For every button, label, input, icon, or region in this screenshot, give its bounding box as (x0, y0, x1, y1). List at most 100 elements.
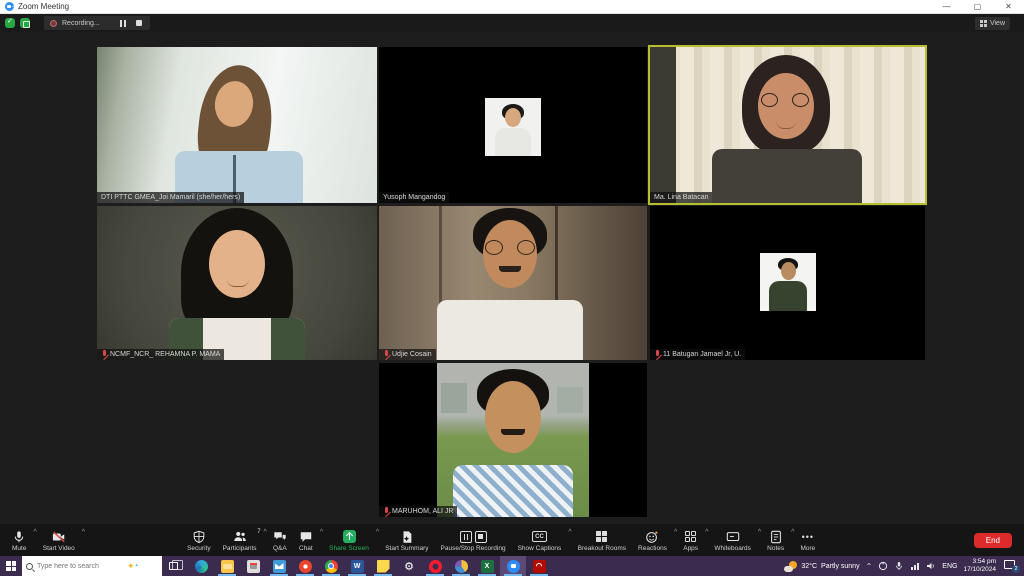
taskbar-app-mail[interactable] (266, 556, 292, 576)
minimize-button[interactable]: — (931, 0, 962, 14)
video-tile-batugan[interactable]: 11 Batugan Jamael Jr, U. (650, 206, 925, 360)
summary-doc-icon (400, 529, 414, 544)
chat-bubble-icon (299, 529, 313, 544)
taskbar-app-media[interactable] (448, 556, 474, 576)
task-view-button[interactable] (162, 556, 184, 576)
close-button[interactable]: ✕ (993, 0, 1024, 14)
camera-off-icon (52, 529, 66, 544)
start-video-button[interactable]: Start Video (37, 527, 81, 553)
clock-time: 3:54 pm (963, 558, 996, 566)
more-button[interactable]: ••• More (794, 527, 821, 553)
taskbar-app-chrome[interactable] (318, 556, 344, 576)
participant-name-tag: Yusoph Mangandog (379, 192, 449, 203)
participant-name-tag: 11 Batugan Jamael Jr, U. (650, 349, 745, 360)
end-meeting-button[interactable]: End (974, 533, 1012, 548)
network-icon[interactable] (910, 561, 920, 571)
mute-button[interactable]: Mute (6, 527, 32, 553)
video-tile-rehamna[interactable]: NCMF_NCR_ REHAMNA P. MAMA (97, 206, 377, 360)
volume-icon[interactable] (926, 561, 936, 571)
participant-name-tag: Udjie Cosain (379, 349, 436, 360)
taskbar-weather[interactable]: 32°C Partly sunny (784, 560, 859, 573)
glasses-icon (485, 240, 503, 255)
taskbar-app-opera[interactable] (422, 556, 448, 576)
taskbar-app-word[interactable]: W (344, 556, 370, 576)
shield-check-icon[interactable] (5, 18, 15, 28)
taskbar-app-file-explorer[interactable] (214, 556, 240, 576)
taskbar-app-zoom[interactable] (500, 556, 526, 576)
taskbar-app-settings[interactable]: ⚙ (396, 556, 422, 576)
stop-icon (136, 20, 142, 26)
video-tile-lina-batacan[interactable]: Ma. Lina Batacan (650, 47, 925, 203)
pause-recording-icon[interactable] (460, 531, 472, 543)
acrobat-icon (533, 560, 546, 573)
share-screen-icon (343, 529, 356, 544)
profile-photo (760, 253, 816, 311)
stop-recording-button[interactable] (134, 18, 144, 28)
stop-recording-icon[interactable] (475, 531, 487, 543)
language-indicator[interactable]: ENG (942, 563, 957, 570)
start-summary-button[interactable]: Start Summary (379, 527, 434, 553)
taskbar-app-edge[interactable] (188, 556, 214, 576)
video-tile-maruhom[interactable]: MARUHOM, ALI JR (379, 363, 647, 517)
profile-photo (485, 98, 541, 156)
windows-logo-icon (6, 561, 16, 571)
taskbar-app-store[interactable] (240, 556, 266, 576)
taskbar-app-excel[interactable]: X (474, 556, 500, 576)
gear-icon: ⚙ (403, 560, 416, 573)
maximize-button[interactable]: ▢ (962, 0, 993, 14)
shield-icon (192, 529, 206, 544)
search-highlights-icon[interactable]: ✦ (127, 562, 139, 571)
video-options-chevron[interactable]: ^ (82, 529, 85, 536)
smiley-icon (645, 529, 659, 544)
whiteboards-button[interactable]: Whiteboards (708, 527, 757, 553)
weather-temperature: 32°C (801, 563, 817, 570)
weather-icon (784, 560, 797, 573)
clock-date: 17/10/2024 (963, 566, 996, 574)
qa-bubbles-icon (273, 529, 287, 544)
show-captions-button[interactable]: CC Show Captions (512, 527, 568, 553)
zoom-taskbar-icon (507, 560, 520, 573)
pause-recording-button[interactable] (118, 18, 128, 28)
video-tile-yusoph-mangandog[interactable]: Yusoph Mangandog (379, 47, 647, 203)
pause-icon (120, 20, 126, 27)
share-screen-button[interactable]: Share Screen (323, 527, 375, 553)
apps-button[interactable]: Apps (677, 527, 704, 553)
view-button[interactable]: View (975, 17, 1010, 30)
participant-name-tag: Ma. Lina Batacan (650, 192, 712, 203)
video-tile-joi-mamaril[interactable]: DTI PTTC GMEA_Joi Mamaril (she/her/hers) (97, 47, 377, 203)
taskbar-search[interactable]: ✦ (22, 556, 162, 576)
video-tile-udjie-cosain[interactable]: Udjie Cosain (379, 206, 647, 360)
reactions-button[interactable]: Reactions (632, 527, 673, 553)
update-status-icon[interactable] (878, 561, 888, 571)
start-button[interactable] (0, 556, 22, 576)
taskbar-app-acrobat[interactable] (526, 556, 552, 576)
qa-button[interactable]: Q&A (267, 527, 293, 553)
chat-button[interactable]: Chat (293, 527, 319, 553)
taskbar-app-browser-orange[interactable] (292, 556, 318, 576)
participant-name-tag: DTI PTTC GMEA_Joi Mamaril (she/her/hers) (97, 192, 244, 203)
chrome-icon (325, 560, 338, 573)
mail-icon (273, 560, 286, 573)
tray-microphone-icon[interactable] (894, 561, 904, 571)
excel-icon: X (481, 560, 494, 573)
encryption-shield-icon[interactable] (20, 18, 30, 28)
search-input[interactable] (37, 563, 123, 570)
recording-indicator: Recording... (44, 16, 150, 30)
security-button[interactable]: Security (181, 527, 216, 553)
sticky-notes-icon (377, 560, 390, 573)
notification-center-button[interactable]: 2 (1004, 559, 1020, 573)
window-title: Zoom Meeting (18, 2, 69, 11)
participants-button[interactable]: Participants 7 (217, 527, 263, 553)
pause-stop-recording-button[interactable]: Pause/Stop Recording (435, 527, 512, 553)
windows-taskbar: ✦ W ⚙ X 32°C Partly sunny ⌃ (0, 556, 1024, 576)
muted-mic-icon (383, 507, 389, 516)
taskbar-clock[interactable]: 3:54 pm 17/10/2024 (963, 558, 996, 574)
notes-button[interactable]: Notes (761, 527, 790, 553)
breakout-grid-icon (596, 529, 607, 544)
breakout-rooms-button[interactable]: Breakout Rooms (572, 527, 632, 553)
muted-mic-icon (383, 350, 389, 359)
taskbar-app-sticky-notes[interactable] (370, 556, 396, 576)
recording-label: Recording... (62, 20, 100, 27)
hidden-icons-chevron[interactable]: ⌃ (866, 562, 873, 571)
store-icon (247, 560, 260, 573)
